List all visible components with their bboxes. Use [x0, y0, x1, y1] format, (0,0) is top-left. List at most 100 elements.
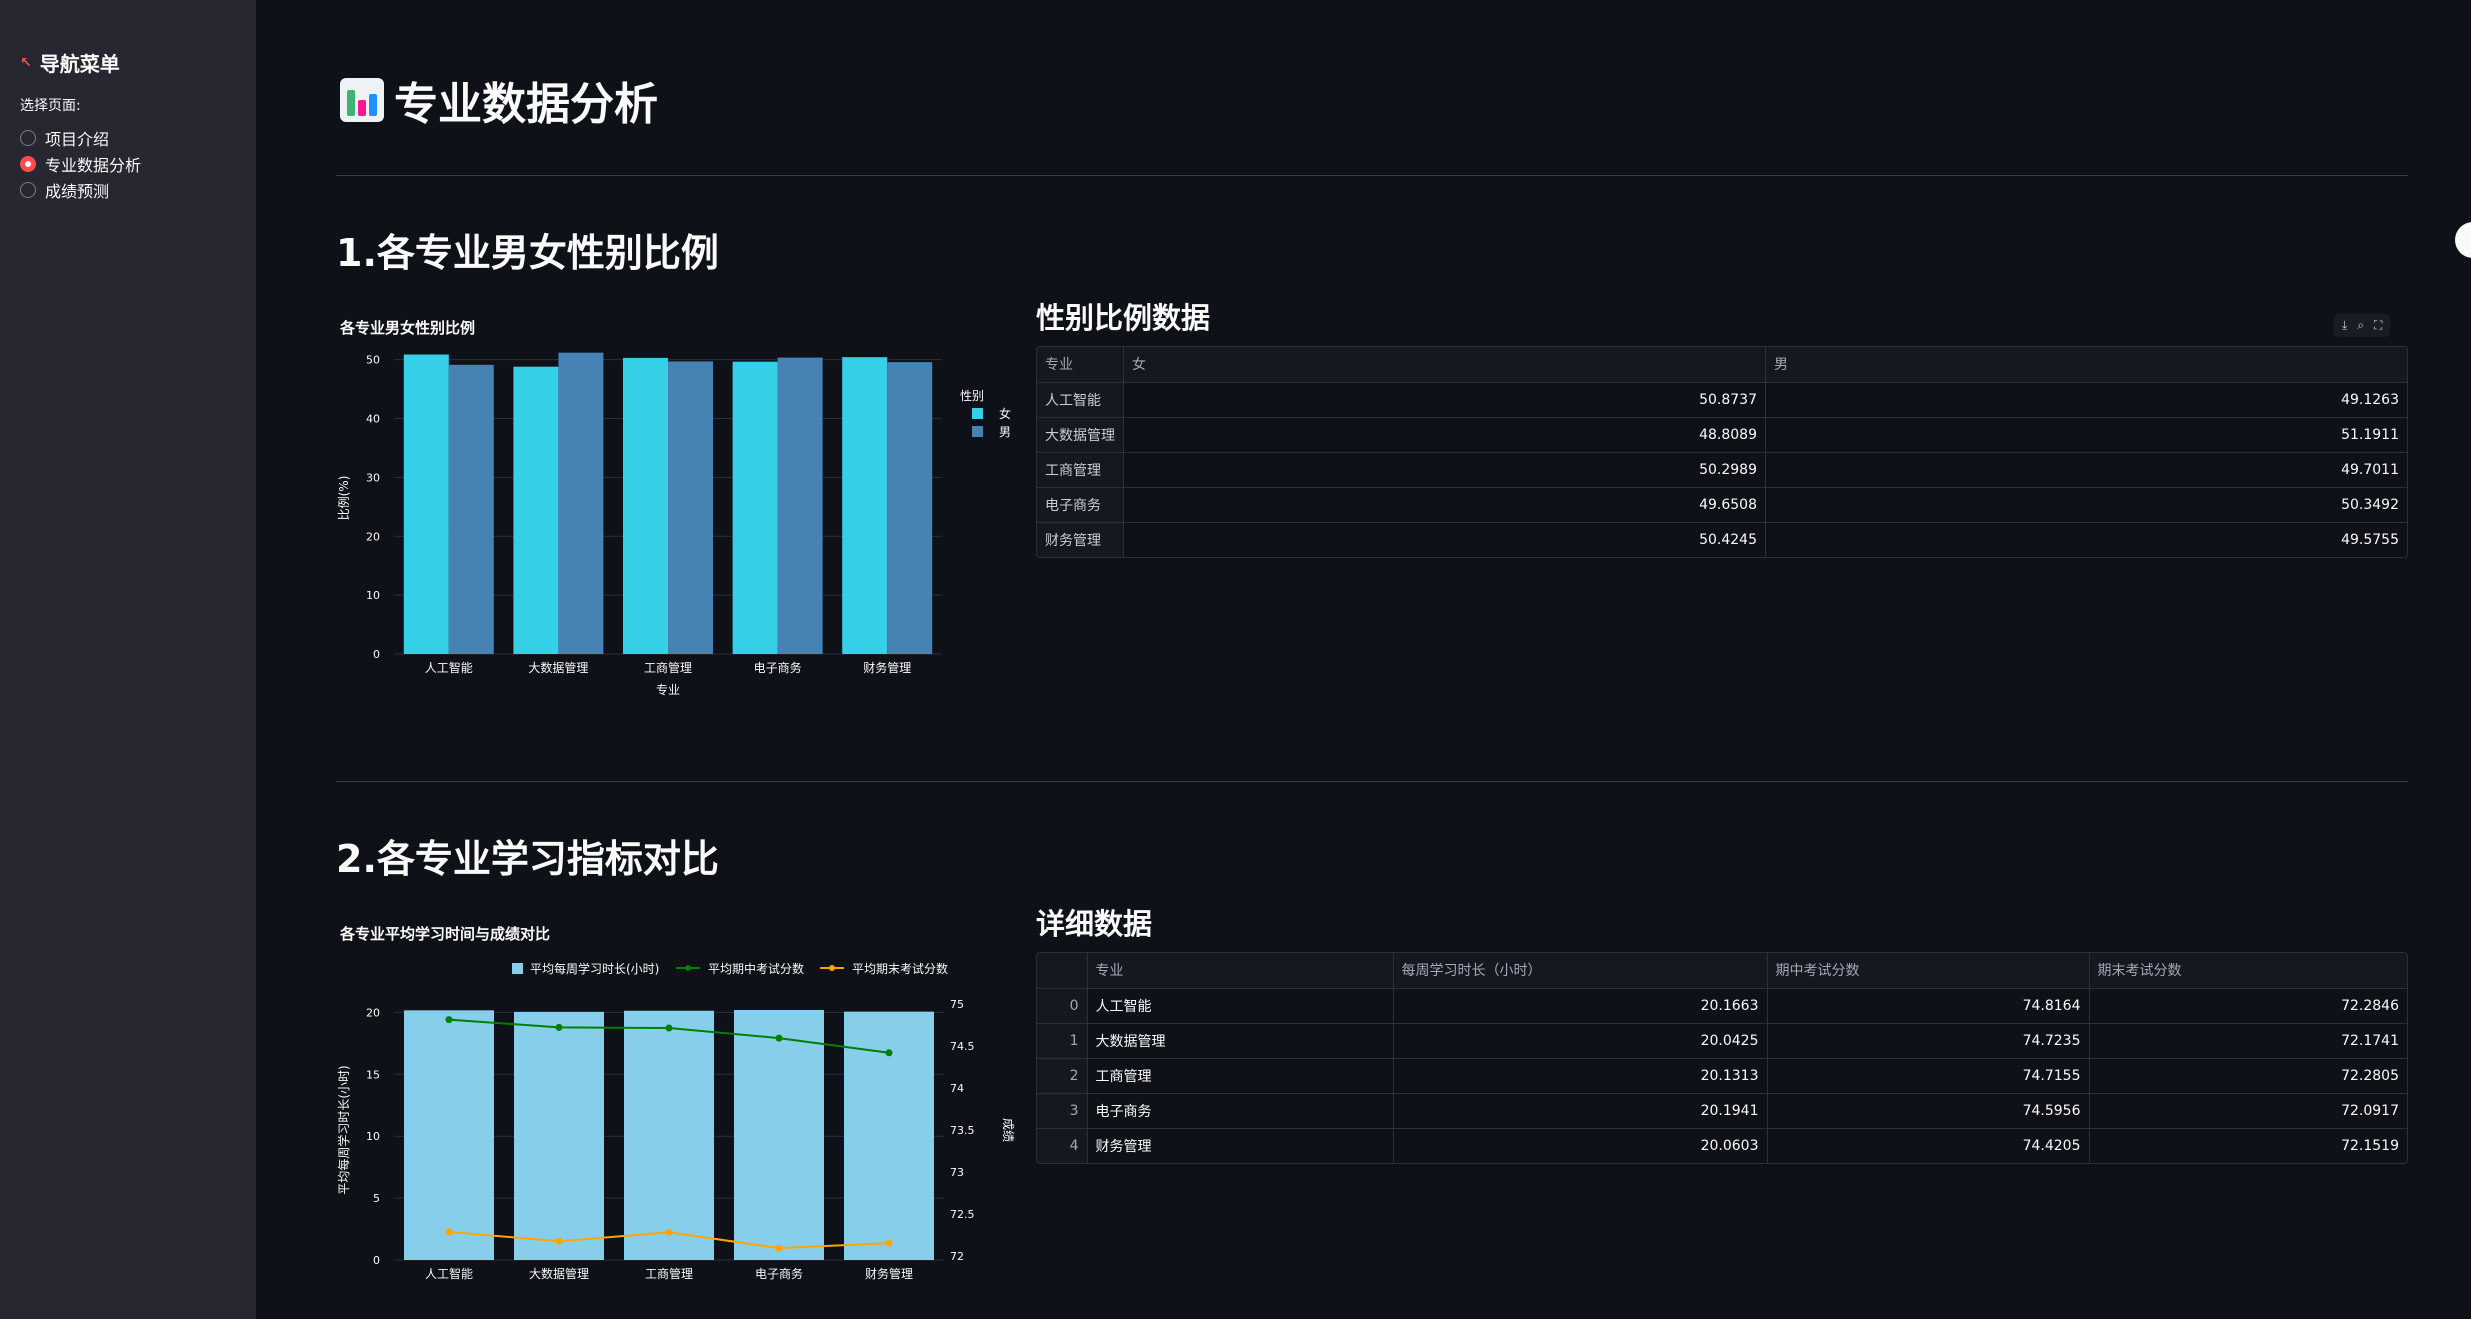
table-cell[interactable]: 电子商务 — [1087, 1093, 1394, 1129]
table-cell[interactable]: 72.2846 — [2089, 988, 2407, 1024]
table-cell[interactable]: 20.1941 — [1393, 1093, 1768, 1129]
table-cell[interactable]: 74.8164 — [1767, 988, 2090, 1024]
fullscreen-icon[interactable]: ⛶ — [2374, 318, 2382, 333]
page-radio-group: 项目介绍 专业数据分析 成绩预测 — [20, 125, 236, 203]
radio-item-intro[interactable]: 项目介绍 — [20, 125, 236, 151]
table-cell[interactable]: 20.1313 — [1393, 1058, 1768, 1094]
table-header[interactable]: 男 — [1765, 347, 2407, 383]
bar-female — [732, 361, 778, 654]
bar-male — [777, 357, 823, 654]
y2-tick-label: 72.5 — [950, 1208, 975, 1221]
table-cell[interactable]: 74.7235 — [1767, 1023, 2090, 1059]
table-cell[interactable]: 50.3492 — [1765, 487, 2407, 523]
x-axis-label: 专业 — [656, 682, 680, 697]
table-row[interactable]: 0 人工智能 20.1663 74.8164 72.2846 — [1037, 988, 2407, 1024]
table-row[interactable]: 4 财务管理 20.0603 74.4205 72.1519 — [1037, 1128, 2407, 1163]
legend-marker — [685, 965, 691, 971]
section2-table-heading: 详细数据 — [1036, 907, 1153, 941]
table-header[interactable]: 每周学习时长（小时） — [1393, 953, 1768, 989]
table-cell[interactable]: 50.8737 — [1123, 382, 1766, 418]
table-cell[interactable]: 1 — [1037, 1023, 1088, 1059]
table-cell[interactable]: 2 — [1037, 1058, 1088, 1094]
study-metrics-chart: 各专业平均学习时间与成绩对比 0 5 10 15 20 72 72.5 73 73.5 74 74.5… — [336, 925, 1015, 1281]
table-header[interactable]: 期中考试分数 — [1767, 953, 2090, 989]
point-final — [445, 1228, 453, 1236]
download-icon[interactable]: ⤓ — [2342, 318, 2347, 333]
table-cell[interactable]: 72.0917 — [2089, 1093, 2407, 1129]
divider — [336, 781, 2408, 782]
table-header[interactable] — [1037, 953, 1088, 989]
table-cell[interactable]: 人工智能 — [1087, 988, 1394, 1024]
radio-button[interactable] — [20, 182, 36, 198]
table-cell[interactable]: 74.5956 — [1767, 1093, 2090, 1129]
table-row[interactable]: 2 工商管理 20.1313 74.7155 72.2805 — [1037, 1058, 2407, 1094]
point-final — [665, 1228, 673, 1236]
table-header[interactable]: 专业 — [1087, 953, 1394, 989]
table-header[interactable]: 期末考试分数 — [2089, 953, 2407, 989]
bar-male — [558, 352, 604, 654]
point-midterm — [775, 1034, 783, 1042]
x-tick-label: 工商管理 — [645, 1266, 693, 1281]
table-cell[interactable]: 20.1663 — [1393, 988, 1768, 1024]
sidebar-toggle-button[interactable] — [2455, 222, 2471, 258]
legend-swatch — [972, 408, 983, 419]
radio-item-prediction[interactable]: 成绩预测 — [20, 177, 236, 203]
table-cell[interactable]: 工商管理 — [1087, 1058, 1394, 1094]
point-midterm — [445, 1016, 453, 1024]
table-cell[interactable]: 51.1911 — [1765, 417, 2407, 453]
table-row[interactable]: 大数据管理 48.8089 51.1911 — [1037, 417, 2407, 453]
table-cell[interactable]: 20.0425 — [1393, 1023, 1768, 1059]
table-row[interactable]: 3 电子商务 20.1941 74.5956 72.0917 — [1037, 1093, 2407, 1129]
table-cell[interactable]: 工商管理 — [1037, 452, 1124, 488]
table-cell[interactable]: 49.1263 — [1765, 382, 2407, 418]
y2-tick-label: 75 — [950, 998, 964, 1011]
bar-female — [623, 357, 668, 654]
table-cell[interactable]: 72.2805 — [2089, 1058, 2407, 1094]
page-title-text: 专业数据分析 — [394, 79, 658, 130]
table-cell[interactable]: 4 — [1037, 1128, 1088, 1163]
radio-button-selected[interactable] — [20, 156, 36, 172]
y-axis-label: 平均每周学习时长(小时) — [336, 1065, 351, 1194]
table-header[interactable]: 女 — [1123, 347, 1766, 383]
table-cell[interactable]: 3 — [1037, 1093, 1088, 1129]
table-cell[interactable]: 49.7011 — [1765, 452, 2407, 488]
table-header[interactable]: 专业 — [1037, 347, 1124, 383]
table-row[interactable]: 人工智能 50.8737 49.1263 — [1037, 382, 2407, 418]
sidebar: ↖ 导航菜单 选择页面: 项目介绍 专业数据分析 成绩预测 — [0, 0, 256, 1319]
y-tick-label: 0 — [373, 1254, 380, 1267]
search-icon[interactable]: ⌕ — [2357, 318, 2364, 333]
table-cell[interactable]: 20.0603 — [1393, 1128, 1768, 1163]
page-title: 专业数据分析 — [340, 68, 658, 132]
table-cell[interactable]: 0 — [1037, 988, 1088, 1024]
table-cell[interactable]: 财务管理 — [1087, 1128, 1394, 1163]
table-cell[interactable]: 财务管理 — [1037, 522, 1124, 557]
table-cell[interactable]: 50.4245 — [1123, 522, 1766, 557]
table-cell[interactable]: 50.2989 — [1123, 452, 1766, 488]
table-cell[interactable]: 74.4205 — [1767, 1128, 2090, 1163]
radio-item-analysis[interactable]: 专业数据分析 — [20, 151, 236, 177]
table-cell[interactable]: 49.6508 — [1123, 487, 1766, 523]
y2-axis-label: 成绩 — [1001, 1118, 1015, 1142]
table-cell[interactable]: 人工智能 — [1037, 382, 1124, 418]
table-cell[interactable]: 72.1519 — [2089, 1128, 2407, 1163]
table-row[interactable]: 财务管理 50.4245 49.5755 — [1037, 522, 2407, 557]
point-final — [555, 1237, 563, 1245]
x-tick-label: 财务管理 — [865, 1266, 913, 1281]
table-row[interactable]: 电子商务 49.6508 50.3492 — [1037, 487, 2407, 523]
table-cell[interactable]: 49.5755 — [1766, 522, 2408, 557]
table-cell[interactable]: 大数据管理 — [1087, 1023, 1394, 1059]
table-row[interactable]: 工商管理 50.2989 49.7011 — [1037, 452, 2407, 488]
bar-female — [842, 357, 888, 654]
table-row[interactable]: 1 大数据管理 20.0425 74.7235 72.1741 — [1037, 1023, 2407, 1059]
x-tick-label: 大数据管理 — [528, 660, 588, 675]
x-tick-label: 财务管理 — [863, 660, 911, 675]
table-cell[interactable]: 48.8089 — [1123, 417, 1766, 453]
table-cell[interactable]: 72.1741 — [2089, 1023, 2407, 1059]
table-cell[interactable]: 74.7155 — [1767, 1058, 2090, 1094]
radio-button[interactable] — [20, 130, 36, 146]
point-midterm — [665, 1024, 673, 1032]
y-tick-label: 10 — [366, 589, 380, 602]
y-tick-label: 15 — [366, 1068, 380, 1081]
table-cell[interactable]: 电子商务 — [1037, 487, 1124, 523]
table-cell[interactable]: 大数据管理 — [1037, 417, 1124, 453]
